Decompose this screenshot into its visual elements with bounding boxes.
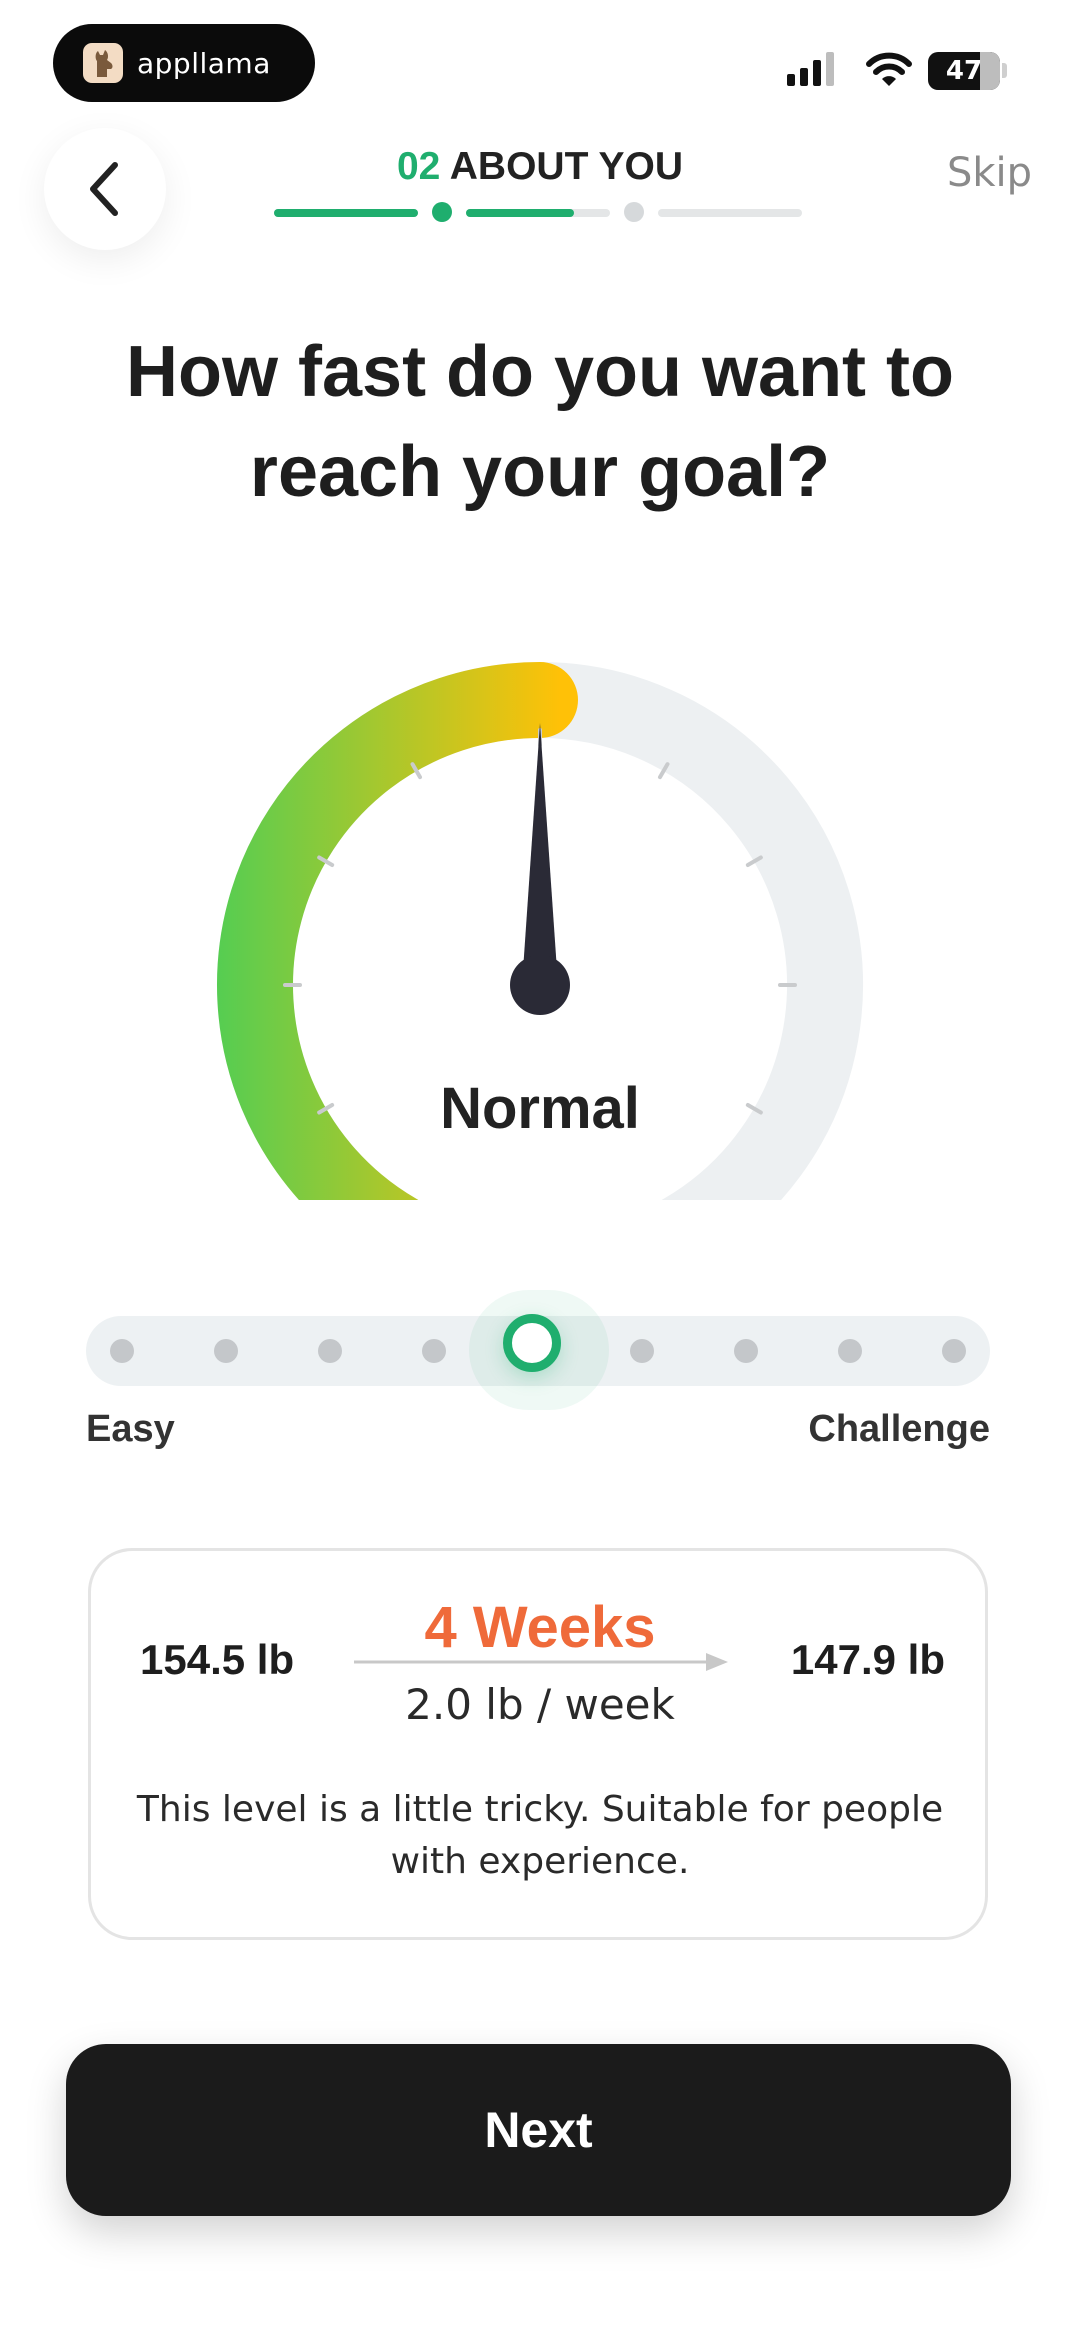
slider-stop-dot[interactable] <box>214 1339 238 1363</box>
slider-min-label: Easy <box>86 1408 175 1450</box>
slider-stop-dot[interactable] <box>630 1339 654 1363</box>
progress-step-dot-pending <box>624 202 644 222</box>
app-pill[interactable]: appllama <box>53 24 315 102</box>
skip-button[interactable]: Skip <box>947 150 1032 196</box>
battery-nub <box>1002 63 1007 78</box>
battery-level: 47 <box>945 56 983 86</box>
slider-stop-dot[interactable] <box>838 1339 862 1363</box>
back-button[interactable] <box>44 128 166 250</box>
llama-logo-icon <box>83 43 123 83</box>
start-weight: 154.5 lb <box>140 1636 295 1683</box>
step-indicator: 02 ABOUT YOU <box>270 145 810 189</box>
gauge-needle <box>522 723 558 985</box>
chevron-left-icon <box>90 162 118 216</box>
target-weight: 147.9 lb <box>790 1636 945 1683</box>
pace-description: This level is a little tricky. Suitable … <box>136 1789 944 1882</box>
title-line-1: How fast do you want to <box>126 332 954 412</box>
slider-stop-dot[interactable] <box>318 1339 342 1363</box>
page-title: How fast do you want to reach your goal? <box>50 322 1030 522</box>
step-number: 02 <box>396 145 441 188</box>
step-title: ABOUT YOU <box>449 145 684 188</box>
progress-segment-1 <box>274 209 418 217</box>
gauge-label: Normal <box>440 1076 640 1141</box>
slider-stop-dot[interactable] <box>734 1339 758 1363</box>
app-pill-label: appllama <box>137 46 271 80</box>
progress-segment-3 <box>658 209 802 217</box>
weekly-rate: 2.0 lb / week <box>405 1680 675 1729</box>
next-button[interactable]: Next <box>66 2044 1011 2216</box>
wifi-icon <box>866 52 912 86</box>
progress-step-dot-done <box>432 202 452 222</box>
cellular-signal-icon <box>787 52 834 86</box>
gauge-hub <box>510 955 570 1015</box>
title-line-2: reach your goal? <box>249 432 831 512</box>
slider-max-label: Challenge <box>808 1408 990 1450</box>
arrow-right-icon <box>354 1653 728 1671</box>
slider-stop-dot[interactable] <box>110 1339 134 1363</box>
battery-icon: 47 <box>928 52 1000 90</box>
slider-stop-dot[interactable] <box>422 1339 446 1363</box>
pace-slider-thumb[interactable] <box>503 1314 561 1372</box>
progress-segment-2 <box>466 209 610 217</box>
slider-stop-dot[interactable] <box>942 1339 966 1363</box>
